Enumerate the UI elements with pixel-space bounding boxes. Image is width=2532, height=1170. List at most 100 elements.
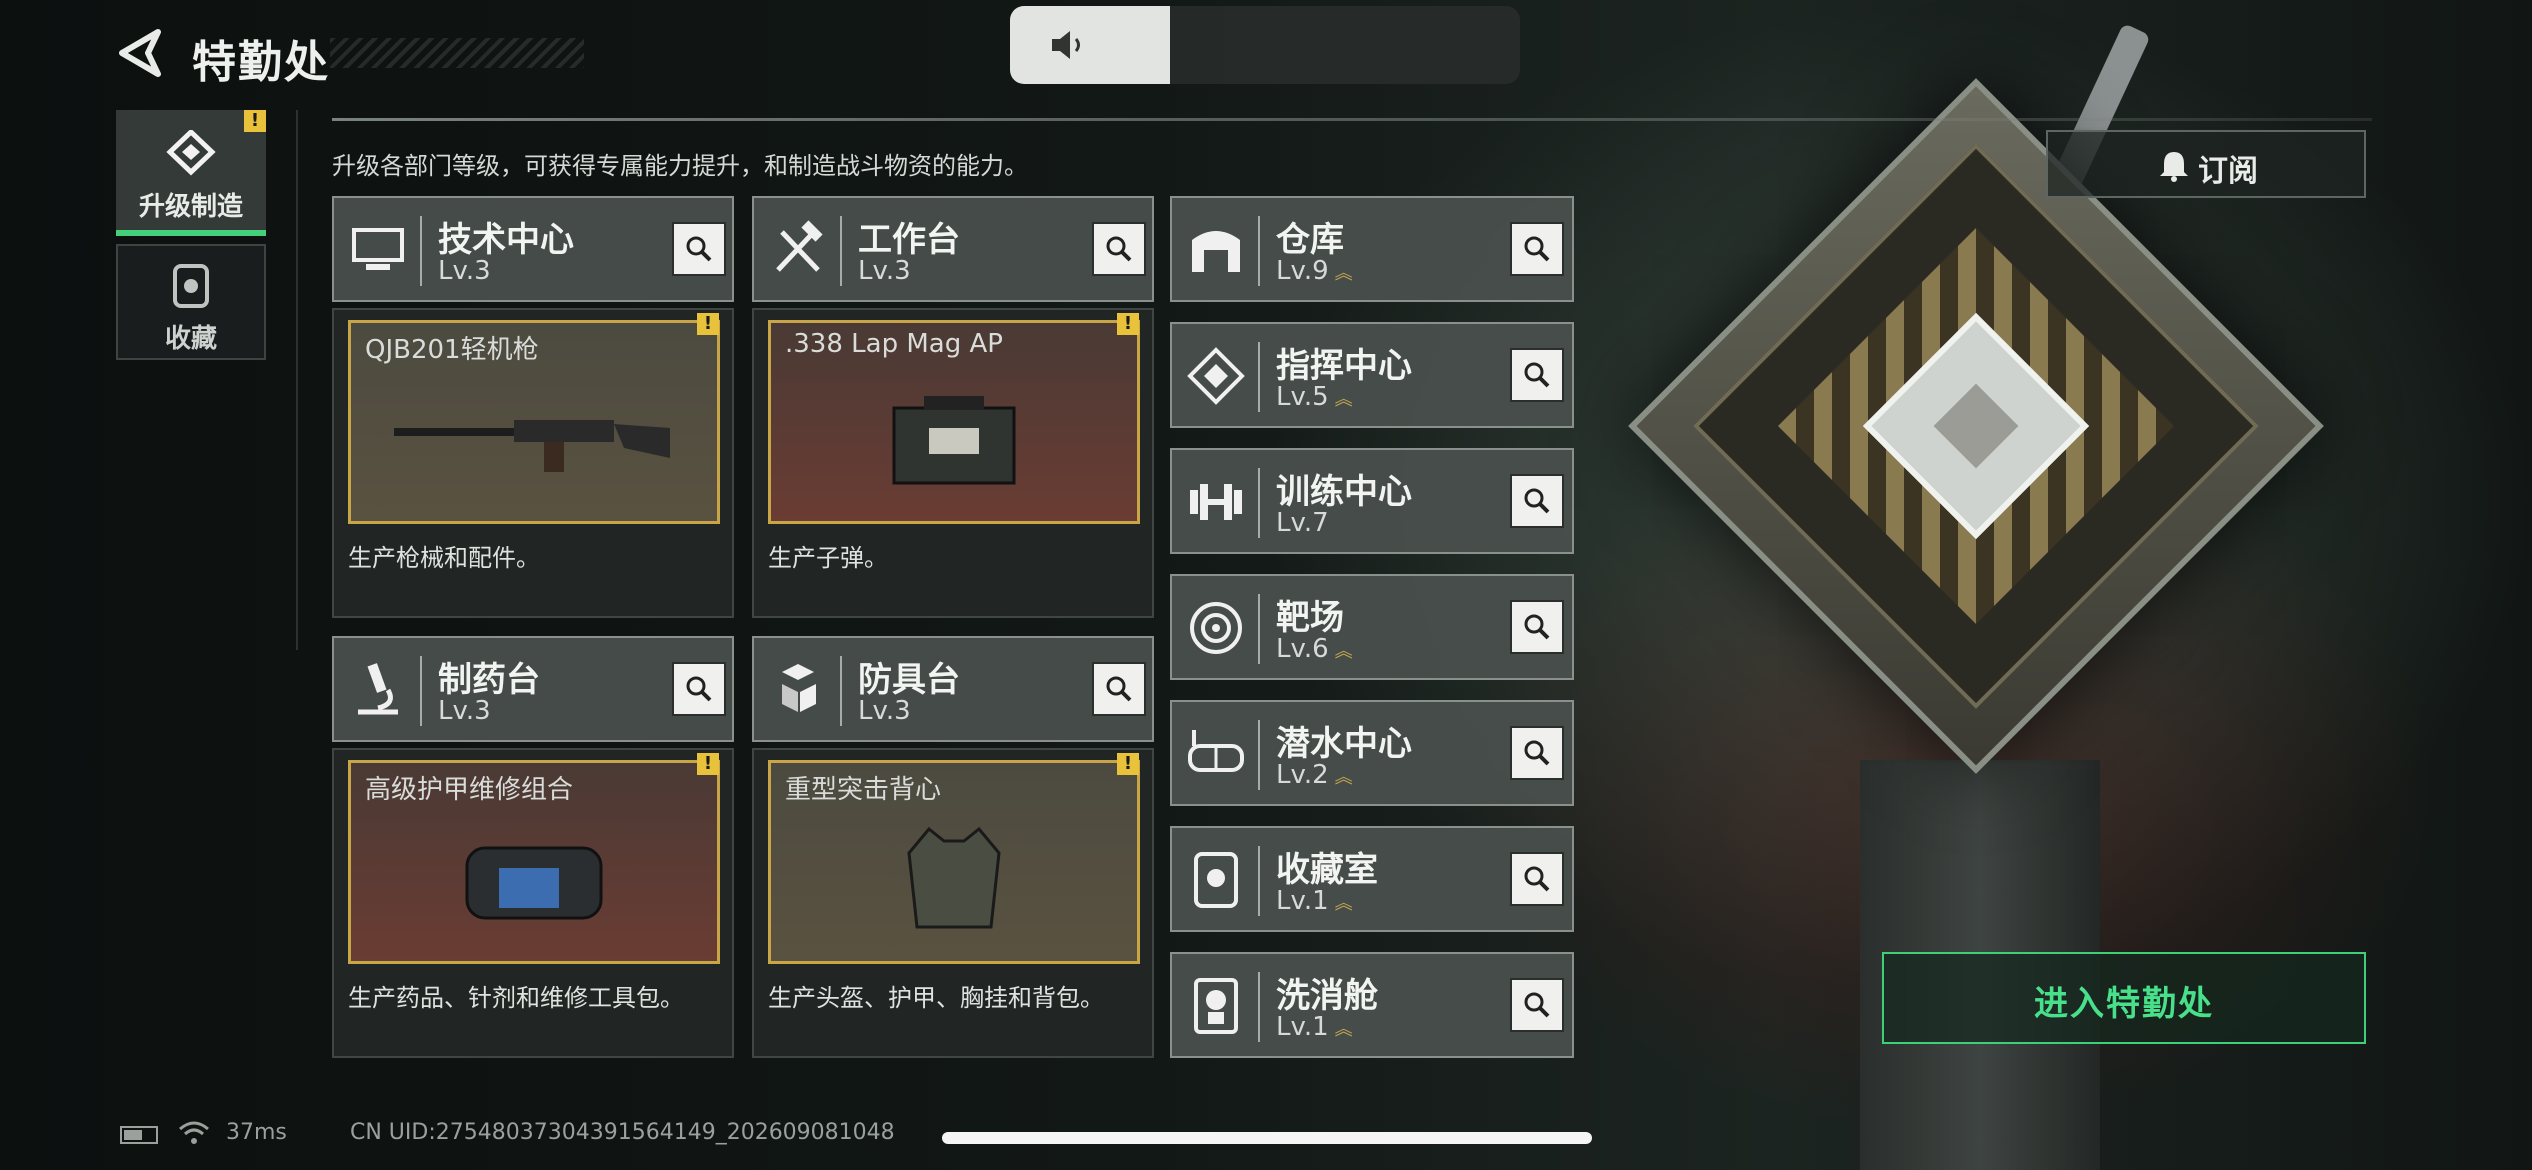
subscribe-button[interactable]: 订阅 xyxy=(2046,130,2366,198)
facility-name: 潜水中心 xyxy=(1276,724,1412,764)
product-name: .338 Lap Mag AP xyxy=(785,329,1003,359)
volume-control[interactable] xyxy=(1010,6,1520,84)
product-name: QJB201轻机枪 xyxy=(365,335,539,365)
bell-icon xyxy=(2160,152,2188,182)
inspect-button[interactable] xyxy=(1510,978,1564,1032)
product-slot[interactable]: 高级护甲维修组合 ! xyxy=(348,753,720,964)
dept-name: 防具台 xyxy=(858,660,960,700)
alert-badge: ! xyxy=(1117,753,1139,775)
repair-kit-icon xyxy=(465,846,603,920)
nav-collection[interactable]: 收藏 xyxy=(116,244,266,360)
facility-name: 仓库 xyxy=(1276,220,1344,260)
facility-warehouse[interactable]: 仓库 Lv.9 ︽ xyxy=(1170,196,1574,302)
facility-shooting-range[interactable]: 靶场 Lv.6 ︽ xyxy=(1170,574,1574,680)
inspect-button[interactable] xyxy=(1092,222,1146,276)
page-title: 特勤处 xyxy=(192,37,330,88)
inspect-button[interactable] xyxy=(1510,600,1564,654)
alert-badge: ! xyxy=(1117,313,1139,335)
dept-level: Lv.3 xyxy=(858,696,911,726)
dept-card-tech-center[interactable]: 技术中心 Lv.3 xyxy=(332,196,734,302)
upgrade-chevron-icon: ︽ xyxy=(1334,767,1353,788)
nav-upgrade-craft[interactable]: ! 升级制造 xyxy=(116,110,266,236)
dept-name: 制药台 xyxy=(438,660,540,700)
product-name: 重型突击背心 xyxy=(785,775,942,805)
search-icon xyxy=(1524,740,1550,766)
facility-name: 收藏室 xyxy=(1276,850,1378,890)
back-button[interactable] xyxy=(118,28,162,78)
divider xyxy=(296,110,298,650)
page-description: 升级各部门等级，可获得专属能力提升，和制造战斗物资的能力。 xyxy=(332,152,1028,180)
search-icon xyxy=(1524,362,1550,388)
alert-badge: ! xyxy=(244,110,266,132)
alert-badge: ! xyxy=(697,753,719,775)
search-icon xyxy=(1524,488,1550,514)
nav-label: 收藏 xyxy=(164,324,217,354)
warehouse-icon xyxy=(1192,231,1240,272)
inspect-button[interactable] xyxy=(1510,726,1564,780)
enter-hq-button[interactable]: 进入特勤处 xyxy=(1882,952,2366,1044)
enter-hq-label: 进入特勤处 xyxy=(2034,984,2214,1024)
dive-mask-icon xyxy=(1188,730,1244,772)
facility-level: Lv.5 xyxy=(1276,382,1329,412)
product-desc: 生产枪械和配件。 xyxy=(348,544,540,572)
dept-card-pharmacy[interactable]: 制药台 Lv.3 xyxy=(332,636,734,742)
inspect-button[interactable] xyxy=(672,662,726,716)
dept-card-armor[interactable]: 防具台 Lv.3 xyxy=(752,636,1154,742)
inspect-button[interactable] xyxy=(1092,662,1146,716)
product-name: 高级护甲维修组合 xyxy=(365,775,574,805)
facility-level: Lv.2 xyxy=(1276,760,1329,790)
facility-dive-center[interactable]: 潜水中心 Lv.2 ︽ xyxy=(1170,700,1574,806)
dept-product-armor[interactable]: 重型突击背心 ! 生产头盔、护甲、胸挂和背包。 xyxy=(752,748,1154,1058)
dept-card-workbench[interactable]: 工作台 Lv.3 xyxy=(752,196,1154,302)
armor-blocks-icon xyxy=(782,664,816,712)
ping-readout: 37ms xyxy=(226,1120,287,1145)
home-indicator[interactable] xyxy=(942,1132,1592,1144)
facility-level: Lv.1 xyxy=(1276,1012,1329,1042)
trophy-case-icon xyxy=(1194,852,1238,908)
wifi-icon xyxy=(179,1121,209,1144)
product-desc: 生产头盔、护甲、胸挂和背包。 xyxy=(768,984,1104,1012)
facility-trophy-room[interactable]: 收藏室 Lv.1 ︽ xyxy=(1170,826,1574,932)
facility-decon-chamber[interactable]: 洗消舱 Lv.1 ︽ xyxy=(1170,952,1574,1058)
inspect-button[interactable] xyxy=(1510,474,1564,528)
battery-icon xyxy=(120,1126,158,1144)
collection-icon xyxy=(173,264,209,308)
search-icon xyxy=(1524,614,1550,640)
dept-product-pharmacy[interactable]: 高级护甲维修组合 ! 生产药品、针剂和维修工具包。 xyxy=(332,748,734,1058)
upgrade-chevron-icon: ︽ xyxy=(1334,263,1353,284)
user-uid: CN UID:27548037304391564149_202609081048 xyxy=(350,1120,895,1145)
product-slot[interactable]: 重型突击背心 ! xyxy=(768,753,1140,964)
search-icon xyxy=(1524,992,1550,1018)
dept-product-workbench[interactable]: .338 Lap Mag AP ! 生产子弹。 xyxy=(752,308,1154,618)
machine-gun-icon xyxy=(394,419,670,472)
inspect-button[interactable] xyxy=(1510,852,1564,906)
subscribe-label: 订阅 xyxy=(2198,154,2258,189)
inspect-button[interactable] xyxy=(1510,222,1564,276)
product-slot[interactable]: .338 Lap Mag AP ! xyxy=(768,313,1140,524)
volume-level xyxy=(1010,6,1170,84)
ammo-box-icon xyxy=(892,395,1016,485)
facility-training-center[interactable]: 训练中心 Lv.7 xyxy=(1170,448,1574,554)
dept-level: Lv.3 xyxy=(858,256,911,286)
search-icon xyxy=(686,236,712,262)
dept-product-tech-center[interactable]: QJB201轻机枪 ! 生产枪械和配件。 xyxy=(332,308,734,618)
facility-level: Lv.7 xyxy=(1276,508,1329,538)
hammer-wrench-icon xyxy=(776,220,823,272)
facility-name: 洗消舱 xyxy=(1276,976,1378,1016)
product-slot[interactable]: QJB201轻机枪 ! xyxy=(348,313,720,524)
dept-name: 工作台 xyxy=(858,220,960,260)
dept-level: Lv.3 xyxy=(438,256,491,286)
vest-icon xyxy=(907,826,1001,929)
alert-badge: ! xyxy=(697,313,719,335)
inspect-button[interactable] xyxy=(672,222,726,276)
inspect-button[interactable] xyxy=(1510,348,1564,402)
upgrade-chevron-icon: ︽ xyxy=(1334,641,1353,662)
dept-level: Lv.3 xyxy=(438,696,491,726)
upgrade-craft-icon xyxy=(166,130,216,176)
facility-command-center[interactable]: 指挥中心 Lv.5 ︽ xyxy=(1170,322,1574,428)
title-decoration xyxy=(330,38,584,68)
facility-name: 训练中心 xyxy=(1276,472,1412,512)
microscope-icon xyxy=(358,663,398,715)
upgrade-chevron-icon: ︽ xyxy=(1334,893,1353,914)
facility-level: Lv.1 xyxy=(1276,886,1329,916)
